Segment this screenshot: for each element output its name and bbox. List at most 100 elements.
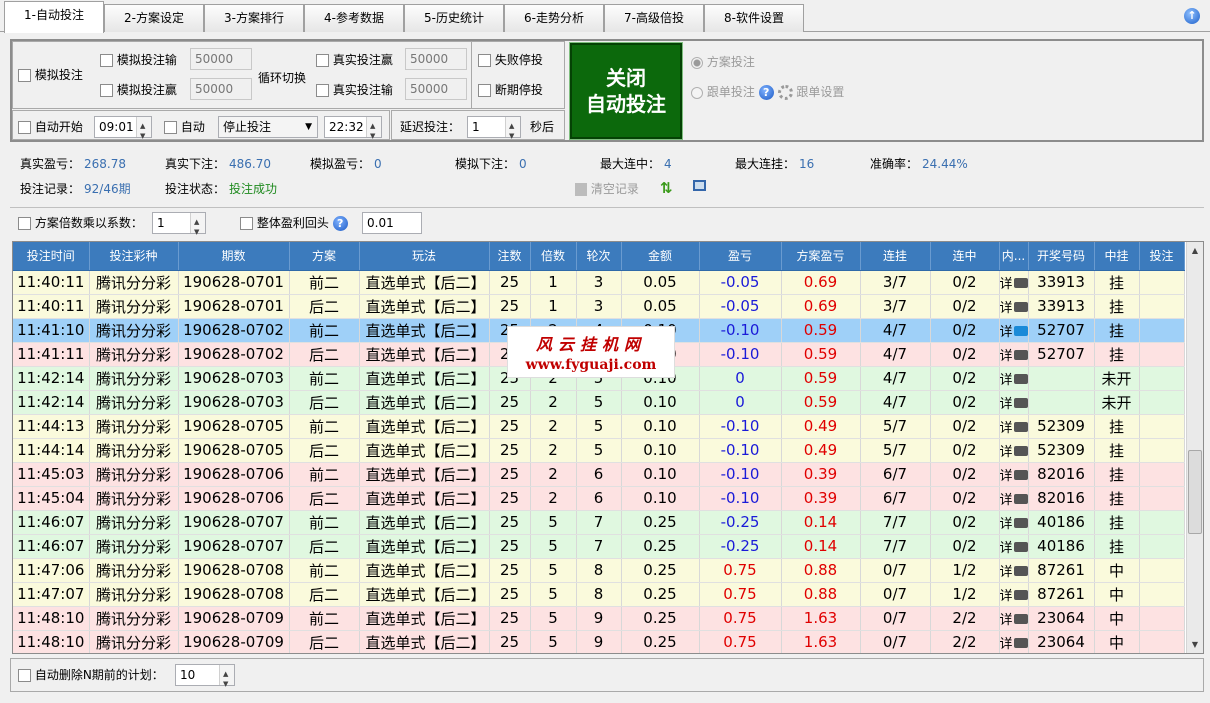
chat-icon[interactable] bbox=[1013, 302, 1028, 312]
detail-link[interactable]: 详 bbox=[1000, 349, 1013, 364]
column-header[interactable]: 注数 bbox=[489, 242, 531, 271]
real-win-option[interactable]: 真实投注赢 bbox=[316, 52, 393, 68]
chat-icon[interactable] bbox=[1013, 638, 1028, 648]
column-header[interactable]: 投注 bbox=[1139, 242, 1185, 271]
table-row[interactable]: 11:42:14 腾讯分分彩 190628-0703 后二 直选单式【后二】 25 2 5 0.… bbox=[13, 390, 1185, 415]
column-header[interactable]: 玩法 bbox=[359, 242, 490, 271]
detail-link[interactable]: 详 bbox=[1000, 373, 1013, 388]
column-header[interactable]: 开奖号码 bbox=[1028, 242, 1095, 271]
table-row[interactable]: 11:45:03 腾讯分分彩 190628-0706 前二 直选单式【后二】 25 2 6 0.… bbox=[13, 462, 1185, 487]
auto-option[interactable]: 自动 bbox=[164, 119, 205, 135]
plan-bet-radio-dot[interactable] bbox=[691, 56, 703, 69]
clear-records-button[interactable]: 清空记录 bbox=[575, 180, 639, 197]
up-arrow-icon[interactable]: ↑ bbox=[1184, 8, 1200, 24]
tab-plan-ranking[interactable]: 3-方案排行 bbox=[204, 4, 304, 32]
follow-bet-radio[interactable]: 跟单投注 ? 跟单设置 bbox=[691, 84, 844, 100]
real-lose-option[interactable]: 真实投注输 bbox=[316, 82, 393, 98]
tab-software-settings[interactable]: 8-软件设置 bbox=[704, 4, 804, 32]
real-win-input[interactable]: 50000 bbox=[405, 48, 467, 70]
sim-lose-option[interactable]: 模拟投注输 bbox=[100, 52, 177, 68]
table-row[interactable]: 11:45:04 腾讯分分彩 190628-0706 后二 直选单式【后二】 25 2 6 0.… bbox=[13, 486, 1185, 511]
window-icon[interactable] bbox=[693, 180, 709, 196]
delay-input[interactable]: 1 bbox=[467, 116, 521, 146]
chat-icon[interactable] bbox=[1013, 326, 1028, 336]
table-row[interactable]: 11:46:07 腾讯分分彩 190628-0707 前二 直选单式【后二】 25 5 7 0.… bbox=[13, 510, 1185, 535]
column-header[interactable]: 方案盈亏 bbox=[781, 242, 861, 271]
table-row[interactable]: 11:47:07 腾讯分分彩 190628-0708 后二 直选单式【后二】 25 5 8 0.… bbox=[13, 582, 1185, 607]
detail-link[interactable]: 详 bbox=[1000, 613, 1013, 628]
detail-link[interactable]: 详 bbox=[1000, 469, 1013, 484]
scroll-up-arrow-icon[interactable]: ▲ bbox=[1187, 242, 1203, 259]
sim-lose-checkbox[interactable] bbox=[100, 54, 113, 67]
rollback-input[interactable]: 0.01 bbox=[362, 212, 422, 234]
column-header[interactable]: 连中 bbox=[930, 242, 1000, 271]
chat-icon[interactable] bbox=[1013, 614, 1028, 624]
column-header[interactable]: 投注时间 bbox=[13, 242, 90, 271]
column-header[interactable]: 连挂 bbox=[860, 242, 931, 271]
break-stop-option[interactable]: 断期停投 bbox=[478, 82, 543, 98]
table-row[interactable]: 11:40:11 腾讯分分彩 190628-0701 前二 直选单式【后二】 25 1 3 0.… bbox=[13, 270, 1185, 295]
stop-action-select[interactable]: 停止投注 ▼ bbox=[218, 116, 318, 138]
plan-bet-radio[interactable]: 方案投注 bbox=[691, 54, 755, 70]
tab-advanced-multiplier[interactable]: 7-高级倍投 bbox=[604, 4, 704, 32]
detail-link[interactable]: 详 bbox=[1000, 517, 1013, 532]
auto-start-checkbox[interactable] bbox=[18, 121, 31, 134]
detail-link[interactable]: 详 bbox=[1000, 445, 1013, 460]
table-row[interactable]: 11:47:06 腾讯分分彩 190628-0708 前二 直选单式【后二】 25 5 8 0.… bbox=[13, 558, 1185, 583]
auto-delete-spinner[interactable] bbox=[219, 664, 234, 694]
break-stop-checkbox[interactable] bbox=[478, 84, 491, 97]
column-header[interactable]: 投注彩种 bbox=[89, 242, 179, 271]
follow-bet-radio-dot[interactable] bbox=[691, 86, 703, 99]
column-header[interactable]: 盈亏 bbox=[699, 242, 782, 271]
help-icon[interactable]: ? bbox=[332, 216, 348, 231]
detail-link[interactable]: 详 bbox=[1000, 301, 1013, 316]
time-spinner[interactable] bbox=[136, 116, 151, 146]
sim-bet-checkbox[interactable] bbox=[18, 69, 31, 82]
detail-link[interactable]: 详 bbox=[1000, 325, 1013, 340]
toggle-auto-bet-button[interactable]: 关闭 自动投注 bbox=[569, 42, 683, 140]
chat-icon[interactable] bbox=[1013, 374, 1028, 384]
chat-icon[interactable] bbox=[1013, 398, 1028, 408]
column-header[interactable]: 内... bbox=[999, 242, 1029, 271]
stop-time-input[interactable]: 22:32 bbox=[324, 116, 382, 146]
auto-start-time-input[interactable]: 09:01 bbox=[94, 116, 152, 146]
chat-icon[interactable] bbox=[1013, 470, 1028, 480]
chat-icon[interactable] bbox=[1013, 518, 1028, 528]
auto-delete-option[interactable]: 自动删除N期前的计划： bbox=[18, 667, 164, 683]
multiplier-spinner[interactable] bbox=[190, 212, 205, 242]
table-row[interactable]: 11:48:10 腾讯分分彩 190628-0709 前二 直选单式【后二】 25 5 9 0.… bbox=[13, 606, 1185, 631]
column-header[interactable]: 倍数 bbox=[530, 242, 577, 271]
chat-icon[interactable] bbox=[1013, 446, 1028, 456]
chat-icon[interactable] bbox=[1013, 422, 1028, 432]
auto-delete-input[interactable]: 10 bbox=[175, 664, 235, 694]
follow-settings-link[interactable]: 跟单设置 bbox=[796, 85, 844, 99]
auto-checkbox[interactable] bbox=[164, 121, 177, 134]
detail-link[interactable]: 详 bbox=[1000, 589, 1013, 604]
chat-icon[interactable] bbox=[1013, 278, 1028, 288]
real-win-checkbox[interactable] bbox=[316, 54, 329, 67]
column-header[interactable]: 中挂 bbox=[1094, 242, 1140, 271]
gear-icon[interactable] bbox=[777, 85, 793, 100]
tab-reference-data[interactable]: 4-参考数据 bbox=[304, 4, 404, 32]
detail-link[interactable]: 详 bbox=[1000, 493, 1013, 508]
chat-icon[interactable] bbox=[1013, 590, 1028, 600]
vertical-scrollbar[interactable]: ▲ ▼ bbox=[1186, 242, 1203, 653]
auto-start-option[interactable]: 自动开始 bbox=[18, 119, 83, 135]
detail-link[interactable]: 详 bbox=[1000, 541, 1013, 556]
multiplier-option[interactable]: 方案倍数乘以系数： bbox=[18, 215, 143, 231]
fail-stop-option[interactable]: 失败停投 bbox=[478, 52, 543, 68]
column-header[interactable]: 期数 bbox=[178, 242, 290, 271]
sim-win-checkbox[interactable] bbox=[100, 84, 113, 97]
chat-icon[interactable] bbox=[1013, 494, 1028, 504]
detail-link[interactable]: 详 bbox=[1000, 637, 1013, 652]
detail-link[interactable]: 详 bbox=[1000, 277, 1013, 292]
column-header[interactable]: 金额 bbox=[621, 242, 700, 271]
delay-spinner[interactable] bbox=[505, 116, 520, 146]
sim-bet-option[interactable]: 模拟投注 bbox=[18, 67, 83, 83]
rollback-option[interactable]: 整体盈利回头 ? bbox=[240, 215, 348, 231]
detail-link[interactable]: 详 bbox=[1000, 421, 1013, 436]
sim-win-input[interactable]: 50000 bbox=[190, 78, 252, 100]
detail-link[interactable]: 详 bbox=[1000, 397, 1013, 412]
sort-arrows-icon[interactable]: ⇅ bbox=[660, 179, 676, 197]
chat-icon[interactable] bbox=[1013, 542, 1028, 552]
